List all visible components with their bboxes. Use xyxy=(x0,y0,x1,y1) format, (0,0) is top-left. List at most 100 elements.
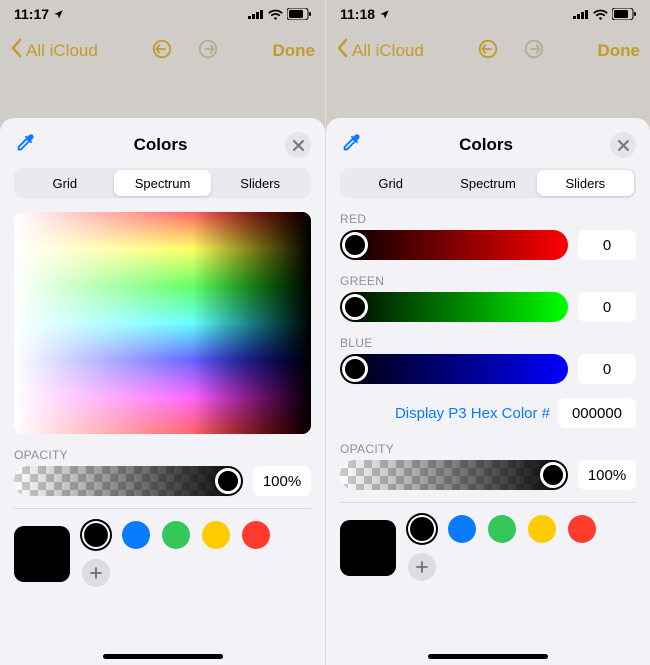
battery-icon xyxy=(612,8,636,20)
divider xyxy=(14,508,311,509)
sheet-title: Colors xyxy=(459,135,513,155)
status-time-group: 11:17 xyxy=(14,6,64,22)
status-time-group: 11:18 xyxy=(340,6,390,22)
back-button[interactable]: All iCloud xyxy=(26,41,98,61)
redo-button xyxy=(523,38,545,65)
close-button[interactable] xyxy=(285,132,311,158)
red-slider[interactable] xyxy=(340,230,568,260)
add-swatch-button[interactable] xyxy=(82,559,110,587)
green-label: GREEN xyxy=(340,274,636,288)
plus-icon xyxy=(416,561,428,573)
hex-row: Display P3 Hex Color # 000000 xyxy=(340,398,636,428)
home-indicator[interactable] xyxy=(428,654,548,659)
current-color-preview xyxy=(14,526,70,582)
wifi-icon xyxy=(268,9,283,20)
preset-swatches xyxy=(408,515,596,581)
blue-knob[interactable] xyxy=(342,356,368,382)
sheet-header: Colors xyxy=(14,130,311,160)
location-icon xyxy=(53,9,64,20)
mode-segmented-control[interactable]: Grid Spectrum Sliders xyxy=(14,168,311,198)
status-time: 11:18 xyxy=(340,6,375,22)
status-right xyxy=(248,8,311,20)
opacity-knob[interactable] xyxy=(215,468,241,494)
tab-grid[interactable]: Grid xyxy=(342,170,439,196)
hex-value[interactable]: 000000 xyxy=(558,398,636,428)
opacity-slider-row: 100% xyxy=(14,466,311,496)
close-icon xyxy=(618,140,629,151)
opacity-slider-row: 100% xyxy=(340,460,636,490)
swatch-green[interactable] xyxy=(488,515,516,543)
undo-redo-group xyxy=(430,38,592,65)
swatch-red[interactable] xyxy=(242,521,270,549)
swatch-red[interactable] xyxy=(568,515,596,543)
green-knob[interactable] xyxy=(342,294,368,320)
green-slider[interactable] xyxy=(340,292,568,322)
hex-label[interactable]: Display P3 Hex Color # xyxy=(395,405,550,422)
mode-segmented-control[interactable]: Grid Spectrum Sliders xyxy=(340,168,636,198)
opacity-knob[interactable] xyxy=(540,462,566,488)
color-picker-sheet: Colors Grid Spectrum Sliders RED 0 GREEN… xyxy=(326,118,650,665)
preset-swatches xyxy=(82,521,270,587)
tab-grid[interactable]: Grid xyxy=(16,170,114,196)
opacity-slider[interactable] xyxy=(14,466,243,496)
back-button[interactable]: All iCloud xyxy=(352,41,424,61)
back-chevron-icon[interactable] xyxy=(10,38,22,64)
opacity-value[interactable]: 100% xyxy=(578,460,636,490)
eyedropper-button[interactable] xyxy=(340,132,362,159)
swatch-yellow[interactable] xyxy=(528,515,556,543)
blue-slider[interactable] xyxy=(340,354,568,384)
current-color-preview xyxy=(340,520,396,576)
phone-left: 11:17 All iCloud Done xyxy=(0,0,325,665)
undo-button[interactable] xyxy=(477,38,499,65)
red-knob[interactable] xyxy=(342,232,368,258)
tab-spectrum[interactable]: Spectrum xyxy=(439,170,536,196)
blue-label: BLUE xyxy=(340,336,636,350)
add-swatch-button[interactable] xyxy=(408,553,436,581)
done-button[interactable]: Done xyxy=(598,41,641,61)
green-slider-row: 0 xyxy=(340,292,636,322)
tab-sliders[interactable]: Sliders xyxy=(211,170,309,196)
red-slider-row: 0 xyxy=(340,230,636,260)
opacity-slider[interactable] xyxy=(340,460,568,490)
red-label: RED xyxy=(340,212,636,226)
wifi-icon xyxy=(593,9,608,20)
cellular-icon xyxy=(248,9,264,19)
tab-spectrum[interactable]: Spectrum xyxy=(114,170,212,196)
phone-right: 11:18 All iCloud Done Colors xyxy=(325,0,650,665)
swatch-yellow[interactable] xyxy=(202,521,230,549)
swatch-black[interactable] xyxy=(408,515,436,543)
redo-button xyxy=(197,38,219,65)
cellular-icon xyxy=(573,9,589,19)
swatch-row xyxy=(14,521,311,587)
eyedropper-button[interactable] xyxy=(14,132,36,159)
green-value[interactable]: 0 xyxy=(578,292,636,322)
tab-sliders[interactable]: Sliders xyxy=(537,170,634,196)
close-button[interactable] xyxy=(610,132,636,158)
nav-bar: All iCloud Done xyxy=(0,28,325,74)
opacity-label: OPACITY xyxy=(14,448,311,462)
swatch-green[interactable] xyxy=(162,521,190,549)
status-bar: 11:17 xyxy=(0,0,325,28)
color-picker-sheet: Colors Grid Spectrum Sliders OPACITY 100… xyxy=(0,118,325,665)
swatch-blue[interactable] xyxy=(122,521,150,549)
sheet-title: Colors xyxy=(134,135,188,155)
red-value[interactable]: 0 xyxy=(578,230,636,260)
undo-button[interactable] xyxy=(151,38,173,65)
swatch-black[interactable] xyxy=(82,521,110,549)
status-time: 11:17 xyxy=(14,6,49,22)
done-button[interactable]: Done xyxy=(273,41,316,61)
swatch-blue[interactable] xyxy=(448,515,476,543)
back-chevron-icon[interactable] xyxy=(336,38,348,64)
blue-value[interactable]: 0 xyxy=(578,354,636,384)
swatch-row xyxy=(340,515,636,581)
home-indicator[interactable] xyxy=(103,654,223,659)
opacity-value[interactable]: 100% xyxy=(253,466,311,496)
close-icon xyxy=(293,140,304,151)
status-bar: 11:18 xyxy=(326,0,650,28)
spectrum-area[interactable] xyxy=(14,212,311,434)
location-icon xyxy=(379,9,390,20)
plus-icon xyxy=(90,567,102,579)
status-right xyxy=(573,8,636,20)
nav-bar: All iCloud Done xyxy=(326,28,650,74)
divider xyxy=(340,502,636,503)
